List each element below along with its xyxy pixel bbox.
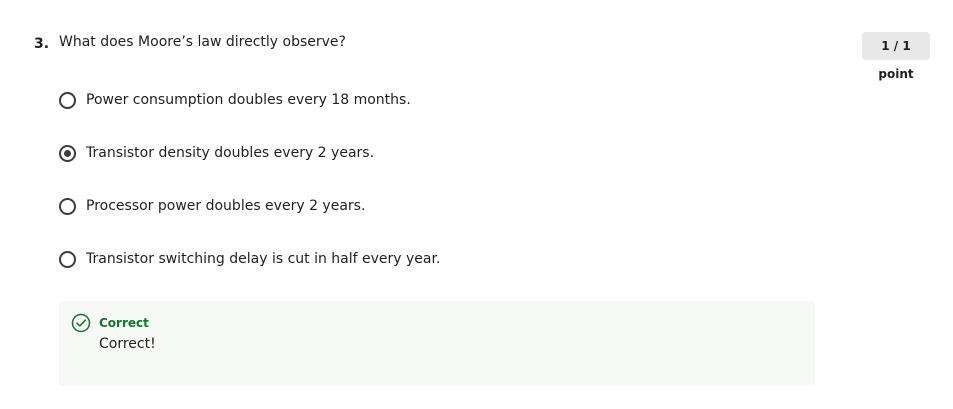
radio-button[interactable] [59, 250, 76, 268]
option-label: Power consumption doubles every 18 month… [86, 92, 411, 108]
option-label: Processor power doubles every 2 years. [86, 198, 366, 214]
option-processor-power[interactable]: Processor power doubles every 2 years. [58, 195, 818, 217]
feedback-title: Correct [99, 316, 149, 330]
radio-button-selected[interactable] [59, 144, 76, 162]
option-transistor-density[interactable]: Transistor density doubles every 2 years… [58, 142, 818, 164]
question-text: What does Moore’s law directly observe? [59, 34, 346, 50]
option-label: Transistor density doubles every 2 years… [86, 145, 375, 161]
answer-options: Power consumption doubles every 18 month… [58, 89, 818, 301]
option-switching-delay[interactable]: Transistor switching delay is cut in hal… [58, 248, 818, 270]
option-label: Transistor switching delay is cut in hal… [86, 251, 441, 267]
feedback-panel: Correct Correct! [59, 301, 815, 385]
score-badge: 1 / 1 point [862, 32, 930, 81]
radio-button[interactable] [59, 91, 76, 109]
radio-button[interactable] [59, 197, 76, 215]
check-circle-icon [71, 313, 91, 333]
option-power-consumption[interactable]: Power consumption doubles every 18 month… [58, 89, 818, 111]
feedback-text: Correct! [99, 336, 156, 352]
question-number: 3. [34, 36, 50, 52]
